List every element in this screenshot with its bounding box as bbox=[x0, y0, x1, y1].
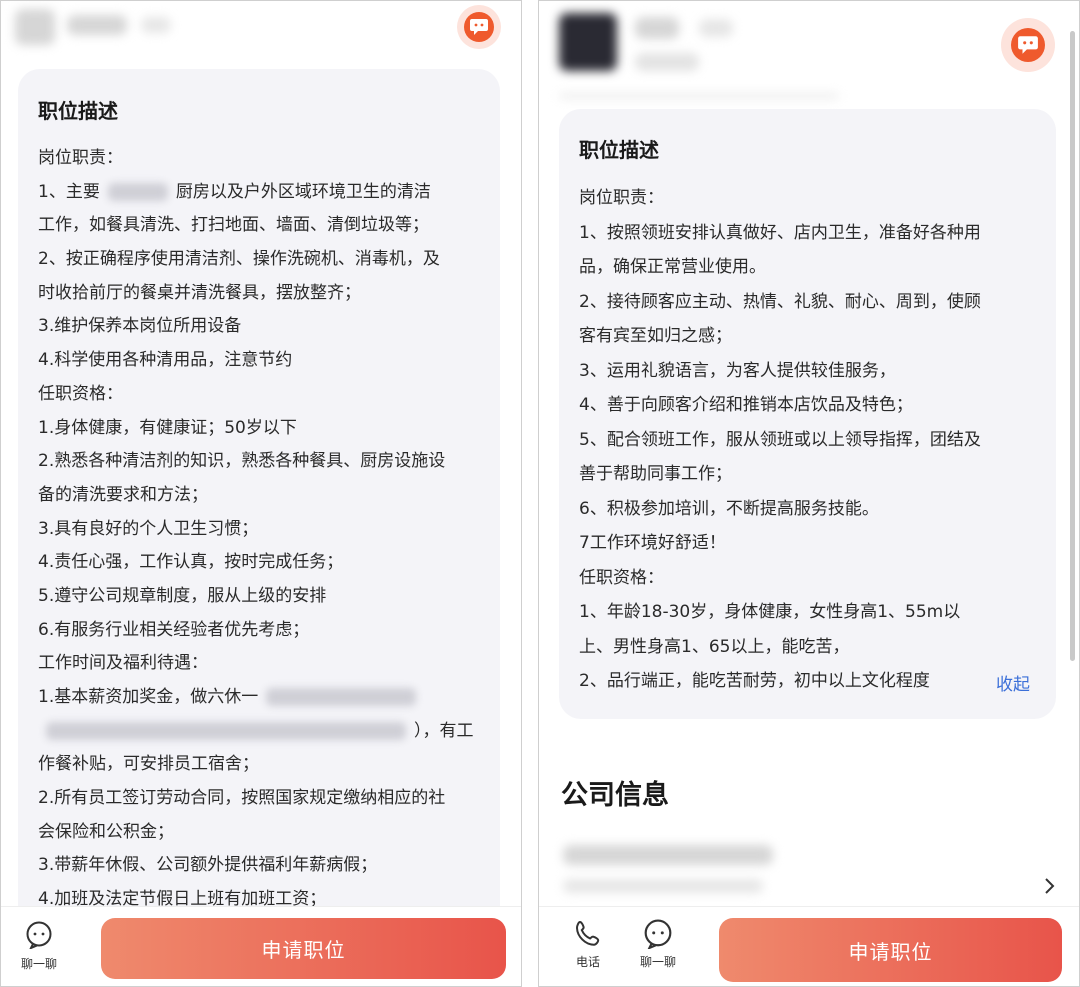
collapse-link[interactable]: 收起 bbox=[996, 670, 1030, 695]
description-line: 4、善于向顾客介绍和推销本店饮品及特色； bbox=[579, 395, 913, 415]
apply-button[interactable]: 申请职位 bbox=[719, 918, 1062, 982]
chat-tool-button[interactable]: 聊一聊 bbox=[21, 921, 57, 972]
description-line: 工作时间及福利待遇： bbox=[38, 653, 208, 674]
description-line: 2、按正确程序使用清洁剂、操作洗碗机、消毒机，及 bbox=[38, 249, 440, 270]
recruiter-name bbox=[67, 15, 127, 35]
chat-label: 聊一聊 bbox=[640, 955, 677, 969]
header-divider bbox=[559, 93, 839, 99]
apply-button[interactable]: 申请职位 bbox=[101, 918, 506, 979]
job-description-card: 职位描述 岗位职责： 1、主要 厨房以及户外区域环境卫生的清洁工作，如餐具清洗、打扫… bbox=[18, 69, 500, 969]
chat-bubble-icon bbox=[644, 919, 672, 949]
job-description-text: 岗位职责： 1、主要 厨房以及户外区域环境卫生的清洁工作，如餐具清洗、打扫地面、墙面… bbox=[38, 142, 488, 917]
chat-bubble-icon bbox=[464, 12, 494, 42]
chat-fab-button[interactable] bbox=[1001, 18, 1055, 72]
description-line: ），有工 bbox=[38, 715, 488, 749]
description-line: 2、品行端正，能吃苦耐劳，初中以上文化程度 bbox=[579, 671, 930, 691]
description-line: 3.带薪年休假、公司额外提供福利年薪病假； bbox=[38, 855, 378, 876]
scrollbar[interactable] bbox=[1070, 31, 1075, 661]
redacted-text bbox=[46, 721, 406, 740]
phone-icon bbox=[576, 920, 600, 946]
phone-label: 电话 bbox=[575, 955, 600, 969]
description-line: 任职资格： bbox=[38, 383, 123, 404]
description-line: 3.具有良好的个人卫生习惯； bbox=[38, 518, 259, 539]
description-line: 岗位职责： bbox=[579, 188, 664, 208]
chat-bubble-icon bbox=[26, 921, 52, 949]
phone-tool-button[interactable]: 电话 bbox=[573, 919, 603, 970]
description-line: 1.基本薪资加奖金，做六休一 bbox=[38, 681, 488, 715]
redacted-text bbox=[107, 182, 168, 201]
description-line: 1.身体健康，有健康证；50岁以下 bbox=[38, 417, 297, 438]
description-line: 工作，如餐具清洗、打扫地面、墙面、清倒垃圾等； bbox=[38, 215, 429, 236]
description-line: 3、运用礼貌语言，为客人提供较佳服务， bbox=[579, 360, 896, 381]
description-line: 善于帮助同事工作； bbox=[579, 464, 732, 484]
description-line: 客有宾至如归之感； bbox=[579, 326, 732, 346]
description-line: 2、接待顾客应主动、热情、礼貌、耐心、周到，使顾 bbox=[579, 291, 981, 312]
card-title: 职位描述 bbox=[38, 99, 118, 123]
description-line: 3.维护保养本岗位所用设备 bbox=[38, 316, 242, 337]
description-line: 6、积极参加培训，不断提高服务技能。 bbox=[579, 498, 879, 519]
avatar bbox=[559, 13, 617, 71]
card-title: 职位描述 bbox=[579, 138, 659, 162]
description-line: 1、主要 厨房以及户外区域环境卫生的清洁 bbox=[38, 176, 488, 210]
left-screen: 职位描述 岗位职责： 1、主要 厨房以及户外区域环境卫生的清洁工作，如餐具清洗、打扫… bbox=[0, 0, 522, 987]
top-header bbox=[539, 1, 1079, 101]
job-description-card: 职位描述 岗位职责： 1、按照领班安排认真做好、店内卫生，准备好各种用 品，确保正常… bbox=[559, 109, 1056, 719]
description-line: 4.责任心强，工作认真，按时完成任务； bbox=[38, 552, 344, 573]
description-line: 时收拾前厅的餐桌并清洗餐具，摆放整齐； bbox=[38, 282, 361, 303]
chat-label: 聊一聊 bbox=[21, 957, 58, 971]
recruiter-name bbox=[635, 17, 679, 39]
avatar bbox=[15, 9, 55, 45]
description-line: 任职资格： bbox=[579, 567, 664, 588]
description-line: 2.所有员工签订劳动合同，按照国家规定缴纳相应的社 bbox=[38, 788, 446, 809]
line-text: 1.基本薪资加奖金，做六休一 bbox=[38, 687, 259, 707]
line-text: ），有工 bbox=[414, 720, 474, 741]
description-line: 1、按照领班安排认真做好、店内卫生，准备好各种用 bbox=[579, 222, 981, 243]
description-line: 品，确保正常营业使用。 bbox=[579, 257, 766, 277]
recruiter-status bbox=[141, 17, 171, 33]
description-line: 岗位职责： bbox=[38, 148, 123, 168]
redacted-text bbox=[266, 688, 417, 706]
recruiter-status bbox=[699, 19, 733, 37]
description-line: 2.熟悉各种清洁剂的知识，熟悉各种餐具、厨房设施设 bbox=[38, 451, 446, 472]
bottom-action-bar: 聊一聊 申请职位 bbox=[1, 906, 521, 986]
top-header bbox=[1, 1, 521, 61]
description-line: 备的清洗要求和方法； bbox=[38, 484, 208, 505]
description-line: 会保险和公积金； bbox=[38, 821, 174, 842]
right-screen: 职位描述 岗位职责： 1、按照领班安排认真做好、店内卫生，准备好各种用 品，确保正常… bbox=[538, 0, 1080, 987]
description-line: 6.有服务行业相关经验者优先考虑； bbox=[38, 619, 310, 640]
bottom-action-bar: 电话 聊一聊 申请职位 bbox=[539, 906, 1079, 986]
line-text: 1、主要 bbox=[38, 181, 100, 202]
chat-fab-button[interactable] bbox=[457, 5, 501, 49]
description-line: 5.遵守公司规章制度，服从上级的安排 bbox=[38, 585, 327, 606]
description-line: 5、配合领班工作，服从领班或以上领导指挥，团结及 bbox=[579, 429, 981, 450]
description-line: 上、男性身高1、65以上，能吃苦， bbox=[579, 636, 850, 657]
description-line: 作餐补贴，可安排员工宿舍； bbox=[38, 754, 259, 775]
recruiter-company bbox=[635, 53, 699, 71]
company-row[interactable] bbox=[539, 831, 1079, 911]
description-line: 4.科学使用各种清用品，注意节约 bbox=[38, 350, 293, 371]
description-line: 1、年龄18-30岁，身体健康，女性身高1、55m以 bbox=[579, 602, 961, 622]
job-description-text: 岗位职责： 1、按照领班安排认真做好、店内卫生，准备好各种用 品，确保正常营业使用。… bbox=[579, 181, 1049, 699]
line-text: 厨房以及户外区域环境卫生的清洁 bbox=[175, 181, 431, 202]
chevron-right-icon bbox=[1045, 878, 1055, 894]
company-info-title: 公司信息 bbox=[561, 780, 669, 811]
chat-tool-button[interactable]: 聊一聊 bbox=[640, 919, 676, 970]
description-line: 7工作环境好舒适！ bbox=[579, 533, 726, 553]
chat-bubble-icon bbox=[1011, 28, 1045, 62]
